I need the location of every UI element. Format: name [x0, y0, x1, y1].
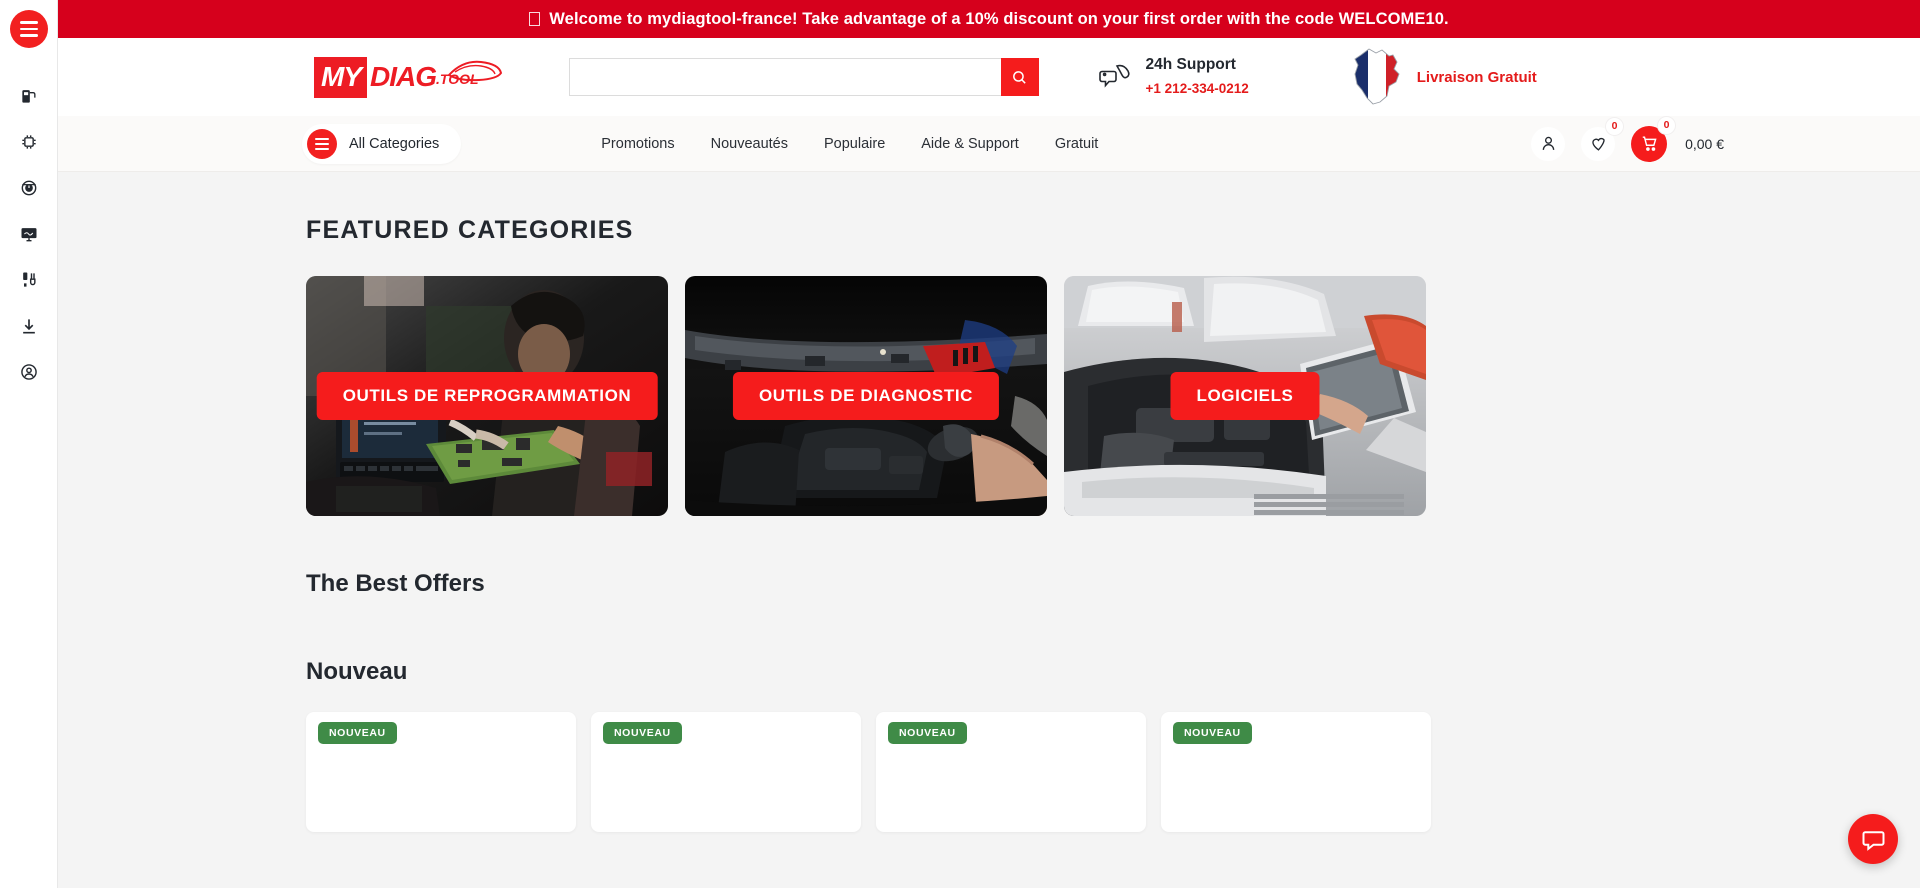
- heart-icon: [1591, 137, 1605, 151]
- obd-cable-icon[interactable]: [7, 258, 51, 302]
- category-button-diagnostic[interactable]: OUTILS DE DIAGNOSTIC: [732, 372, 1000, 420]
- nav-links: Promotions Nouveautés Populaire Aide & S…: [601, 136, 1098, 152]
- announcement-bar: Welcome to mydiagtool-france! Take advan…: [58, 0, 1920, 38]
- hamburger-menu-icon: [307, 128, 337, 159]
- logo-diag-word: DIAG: [370, 61, 437, 92]
- car-swoosh-icon: [446, 60, 502, 82]
- gift-icon: [529, 12, 541, 26]
- hamburger-menu-icon[interactable]: [9, 10, 48, 48]
- wishlist-button[interactable]: 0: [1581, 117, 1624, 161]
- nav-link-nouveautes[interactable]: Nouveautés: [711, 136, 788, 152]
- category-card-reprogrammation[interactable]: OUTILS DE REPROGRAMMATION: [306, 276, 668, 516]
- cart-total-amount: 0,00 €: [1685, 135, 1724, 152]
- product-badge: NOUVEAU: [318, 722, 397, 744]
- phone-support-icon: [1098, 64, 1130, 88]
- shopping-cart-icon: [1642, 136, 1657, 151]
- product-badge: NOUVEAU: [603, 722, 682, 744]
- download-icon[interactable]: [7, 304, 51, 348]
- left-sidebar-rail: [0, 0, 58, 888]
- diagnostic-scanner-icon[interactable]: [7, 74, 51, 118]
- chat-widget-button[interactable]: [1848, 814, 1898, 864]
- user-icon: [1542, 136, 1554, 150]
- nav-tools: 0 0 0,00 €: [1531, 116, 1724, 162]
- free-shipping-block[interactable]: Livraison Gratuit: [1349, 46, 1537, 108]
- support-title: 24h Support: [1145, 56, 1236, 74]
- support-block[interactable]: 24h Support +1 212-334-0212: [1098, 55, 1249, 98]
- featured-categories-title: FEATURED CATEGORIES: [306, 216, 634, 244]
- best-offers-title: The Best Offers: [306, 570, 485, 597]
- product-card[interactable]: NOUVEAU: [1161, 712, 1431, 832]
- monitor-software-icon[interactable]: [7, 212, 51, 256]
- dashboard-gauge-icon[interactable]: [7, 166, 51, 210]
- page-content: FEATURED CATEGORIES OUTILS DE REPROGRAMM…: [58, 216, 1920, 832]
- search-input[interactable]: [568, 58, 1001, 96]
- nav-link-aide-support[interactable]: Aide & Support: [921, 136, 1019, 152]
- search-icon: [1013, 70, 1026, 84]
- nouveau-product-row: NOUVEAU NOUVEAU NOUVEAU NOUVEAU: [306, 712, 1920, 832]
- product-badge: NOUVEAU: [1173, 722, 1252, 744]
- category-card-logiciels[interactable]: LOGICIELS: [1064, 276, 1426, 516]
- product-card[interactable]: NOUVEAU: [591, 712, 861, 832]
- all-categories-button[interactable]: All Categories: [302, 123, 462, 164]
- category-button-reprogrammation[interactable]: OUTILS DE REPROGRAMMATION: [316, 372, 658, 420]
- logo-diag-text: DIAG.TOOL: [370, 60, 502, 92]
- nav-link-promotions[interactable]: Promotions: [601, 136, 674, 152]
- category-button-logiciels[interactable]: LOGICIELS: [1170, 372, 1320, 420]
- account-button[interactable]: [1531, 126, 1566, 161]
- main-navbar: All Categories Promotions Nouveautés Pop…: [58, 116, 1920, 172]
- announcement-text: Welcome to mydiagtool-france! Take advan…: [549, 9, 1449, 28]
- page-root: Welcome to mydiagtool-france! Take advan…: [0, 0, 1920, 888]
- all-categories-label: All Categories: [349, 135, 440, 152]
- site-logo[interactable]: MY DIAG.TOOL: [314, 56, 502, 98]
- user-account-icon[interactable]: [7, 350, 51, 394]
- product-badge: NOUVEAU: [888, 722, 967, 744]
- free-shipping-label: Livraison Gratuit: [1416, 68, 1537, 86]
- nav-link-gratuit[interactable]: Gratuit: [1055, 136, 1099, 152]
- featured-categories-grid: OUTILS DE REPROGRAMMATION OUTILS DE DIAG…: [306, 276, 1426, 516]
- cart-button[interactable]: 0: [1631, 116, 1676, 162]
- support-phone[interactable]: +1 212-334-0212: [1146, 80, 1249, 98]
- nouveau-title: Nouveau: [306, 658, 408, 685]
- search-bar: [568, 58, 1039, 96]
- wishlist-count-badge: 0: [1606, 117, 1624, 135]
- chat-bubble-icon: [1862, 830, 1884, 851]
- ecu-chip-icon[interactable]: [7, 120, 51, 164]
- category-card-diagnostic[interactable]: OUTILS DE DIAGNOSTIC: [685, 276, 1047, 516]
- search-button[interactable]: [1000, 58, 1039, 96]
- product-card[interactable]: NOUVEAU: [306, 712, 576, 832]
- product-card[interactable]: NOUVEAU: [876, 712, 1146, 832]
- site-header: MY DIAG.TOOL 24h Support +1 212-334-0212…: [58, 38, 1920, 116]
- cart-count-badge: 0: [1658, 116, 1676, 134]
- france-flag-map-icon: [1354, 48, 1400, 105]
- main-column: Welcome to mydiagtool-france! Take advan…: [58, 0, 1920, 888]
- logo-my-text: MY: [314, 56, 367, 98]
- nav-link-populaire[interactable]: Populaire: [824, 136, 885, 152]
